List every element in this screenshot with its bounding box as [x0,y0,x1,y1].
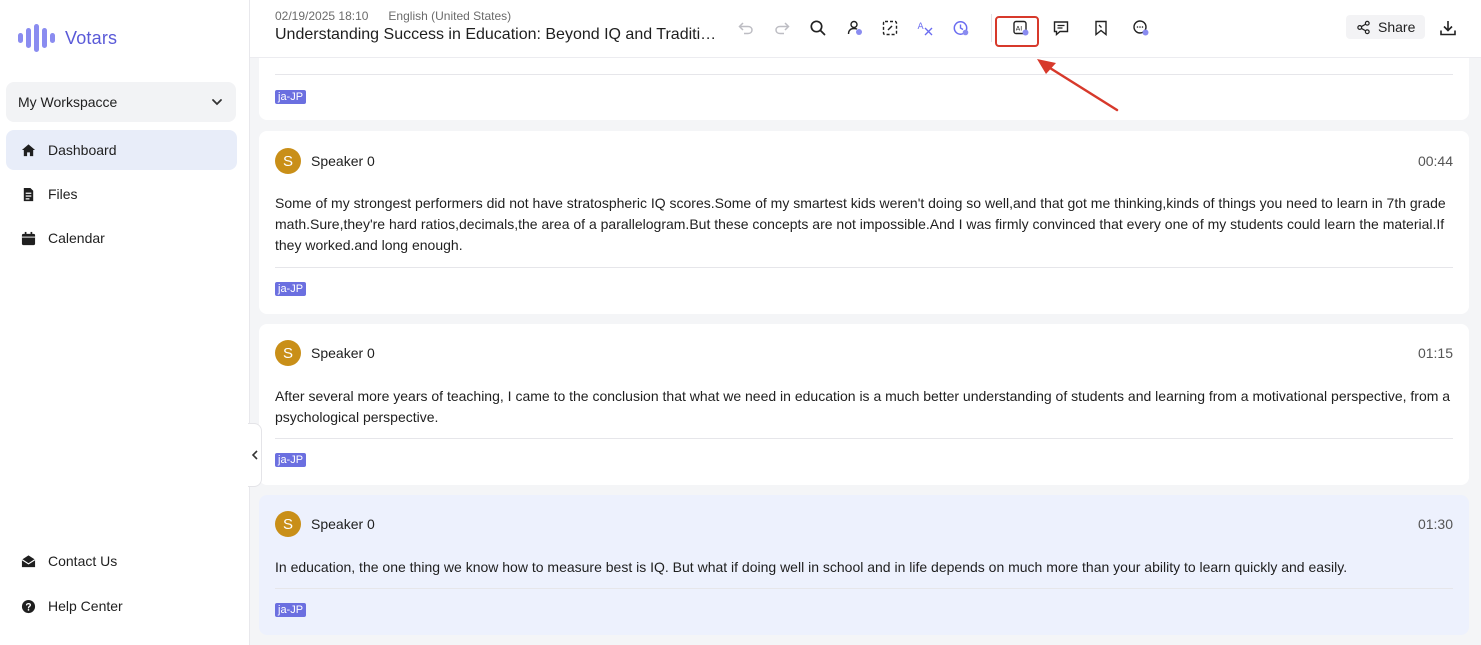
timer-icon [953,21,969,36]
select-button[interactable] [879,17,901,39]
avatar: S [275,340,301,366]
sidebar-item-dashboard[interactable]: Dashboard [6,130,237,170]
search-button[interactable] [807,17,829,39]
page-title: Understanding Success in Education: Beyo… [275,26,725,43]
download-button[interactable] [1438,18,1460,40]
transcript-card[interactable]: S Speaker 0 01:15 After several more yea… [259,324,1469,485]
home-icon [21,143,36,156]
select-icon [882,20,898,36]
sidebar-item-files[interactable]: Files [6,174,237,214]
transcript-card[interactable]: S Speaker 0 00:44 Some of my strongest p… [259,131,1469,314]
card-divider [275,267,1453,268]
undo-button[interactable] [735,17,757,39]
sidebar-item-label: Dashboard [48,142,117,158]
document-date: 02/19/2025 18:10 [275,9,369,23]
sidebar-item-label: Calendar [48,230,105,246]
segment-text[interactable]: After several more years of teaching, I … [275,386,1453,428]
sidebar-bottom-nav: Contact Us Help Center [6,541,237,631]
mail-icon [21,554,36,567]
card-divider [275,588,1453,589]
share-icon [1357,20,1370,34]
translate-button[interactable]: A [914,17,936,39]
logo-icon [18,24,55,52]
redo-icon [775,22,790,35]
speaker-name[interactable]: Speaker 0 [311,345,375,361]
chat-icon [1133,20,1149,36]
translate-icon: A [918,22,933,36]
chat-button[interactable] [1130,17,1152,39]
sidebar-item-contact-us[interactable]: Contact Us [6,541,237,581]
share-button[interactable]: Share [1346,15,1426,39]
highlight-box [995,16,1039,47]
document-meta: 02/19/2025 18:10 English (United States) [275,9,511,23]
avatar: S [275,511,301,537]
transcript-card[interactable]: ja-JP [259,48,1469,120]
chevron-left-icon [251,450,258,460]
segment-text[interactable]: Some of my strongest performers did not … [275,193,1453,256]
segment-timestamp[interactable]: 01:30 [1418,516,1453,532]
language-tag[interactable]: ja-JP [275,282,307,296]
file-icon [23,187,34,201]
document-header: 02/19/2025 18:10 English (United States)… [250,0,1481,58]
language-tag[interactable]: ja-JP [275,90,307,104]
redo-button[interactable] [771,17,793,39]
comment-icon [1053,21,1069,37]
chevron-down-icon [212,99,222,106]
sidebar-item-label: Help Center [48,598,123,614]
document-language: English (United States) [388,9,512,23]
sidebar-item-calendar[interactable]: Calendar [6,218,237,258]
sidebar-nav: Dashboard Files Calendar [6,130,237,262]
avatar: S [275,148,301,174]
calendar-icon [21,231,36,245]
speaker-name[interactable]: Speaker 0 [311,153,375,169]
sidebar-collapse-button[interactable] [248,423,262,487]
app-window: Votars My Workspacce Dashboard Files Cal… [0,0,1481,645]
card-divider [275,438,1453,439]
speaker-edit-icon [847,20,862,35]
language-tag[interactable]: ja-JP [275,453,307,467]
sidebar-item-help-center[interactable]: Help Center [6,586,237,626]
language-tag[interactable]: ja-JP [275,603,307,617]
bookmark-icon [1095,20,1107,36]
segment-text[interactable]: In education, the one thing we know how … [275,557,1453,578]
speaker-name[interactable]: Speaker 0 [311,516,375,532]
speaker-edit-button[interactable] [844,17,866,39]
sidebar-item-label: Files [48,186,78,202]
workspace-selector[interactable]: My Workspacce [6,82,236,122]
transcript-card-selected[interactable]: S Speaker 0 01:30 In education, the one … [259,495,1469,635]
search-icon [810,20,826,36]
logo-text: Votars [65,27,118,48]
card-divider [275,74,1453,75]
download-icon [1440,21,1456,36]
share-label: Share [1378,19,1416,35]
workspace-name: My Workspacce [18,94,118,110]
undo-icon [738,22,753,35]
segment-timestamp[interactable]: 01:15 [1418,345,1453,361]
svg-text:A: A [918,22,925,32]
timer-button[interactable] [950,17,972,39]
sidebar-item-label: Contact Us [48,553,118,569]
segment-timestamp[interactable]: 00:44 [1418,153,1453,169]
toolbar-divider [991,14,992,42]
logo[interactable]: Votars [18,24,117,52]
bookmark-button[interactable] [1090,17,1112,39]
sidebar: Votars My Workspacce Dashboard Files Cal… [0,0,250,645]
comment-button[interactable] [1050,17,1072,39]
help-icon [21,599,36,613]
